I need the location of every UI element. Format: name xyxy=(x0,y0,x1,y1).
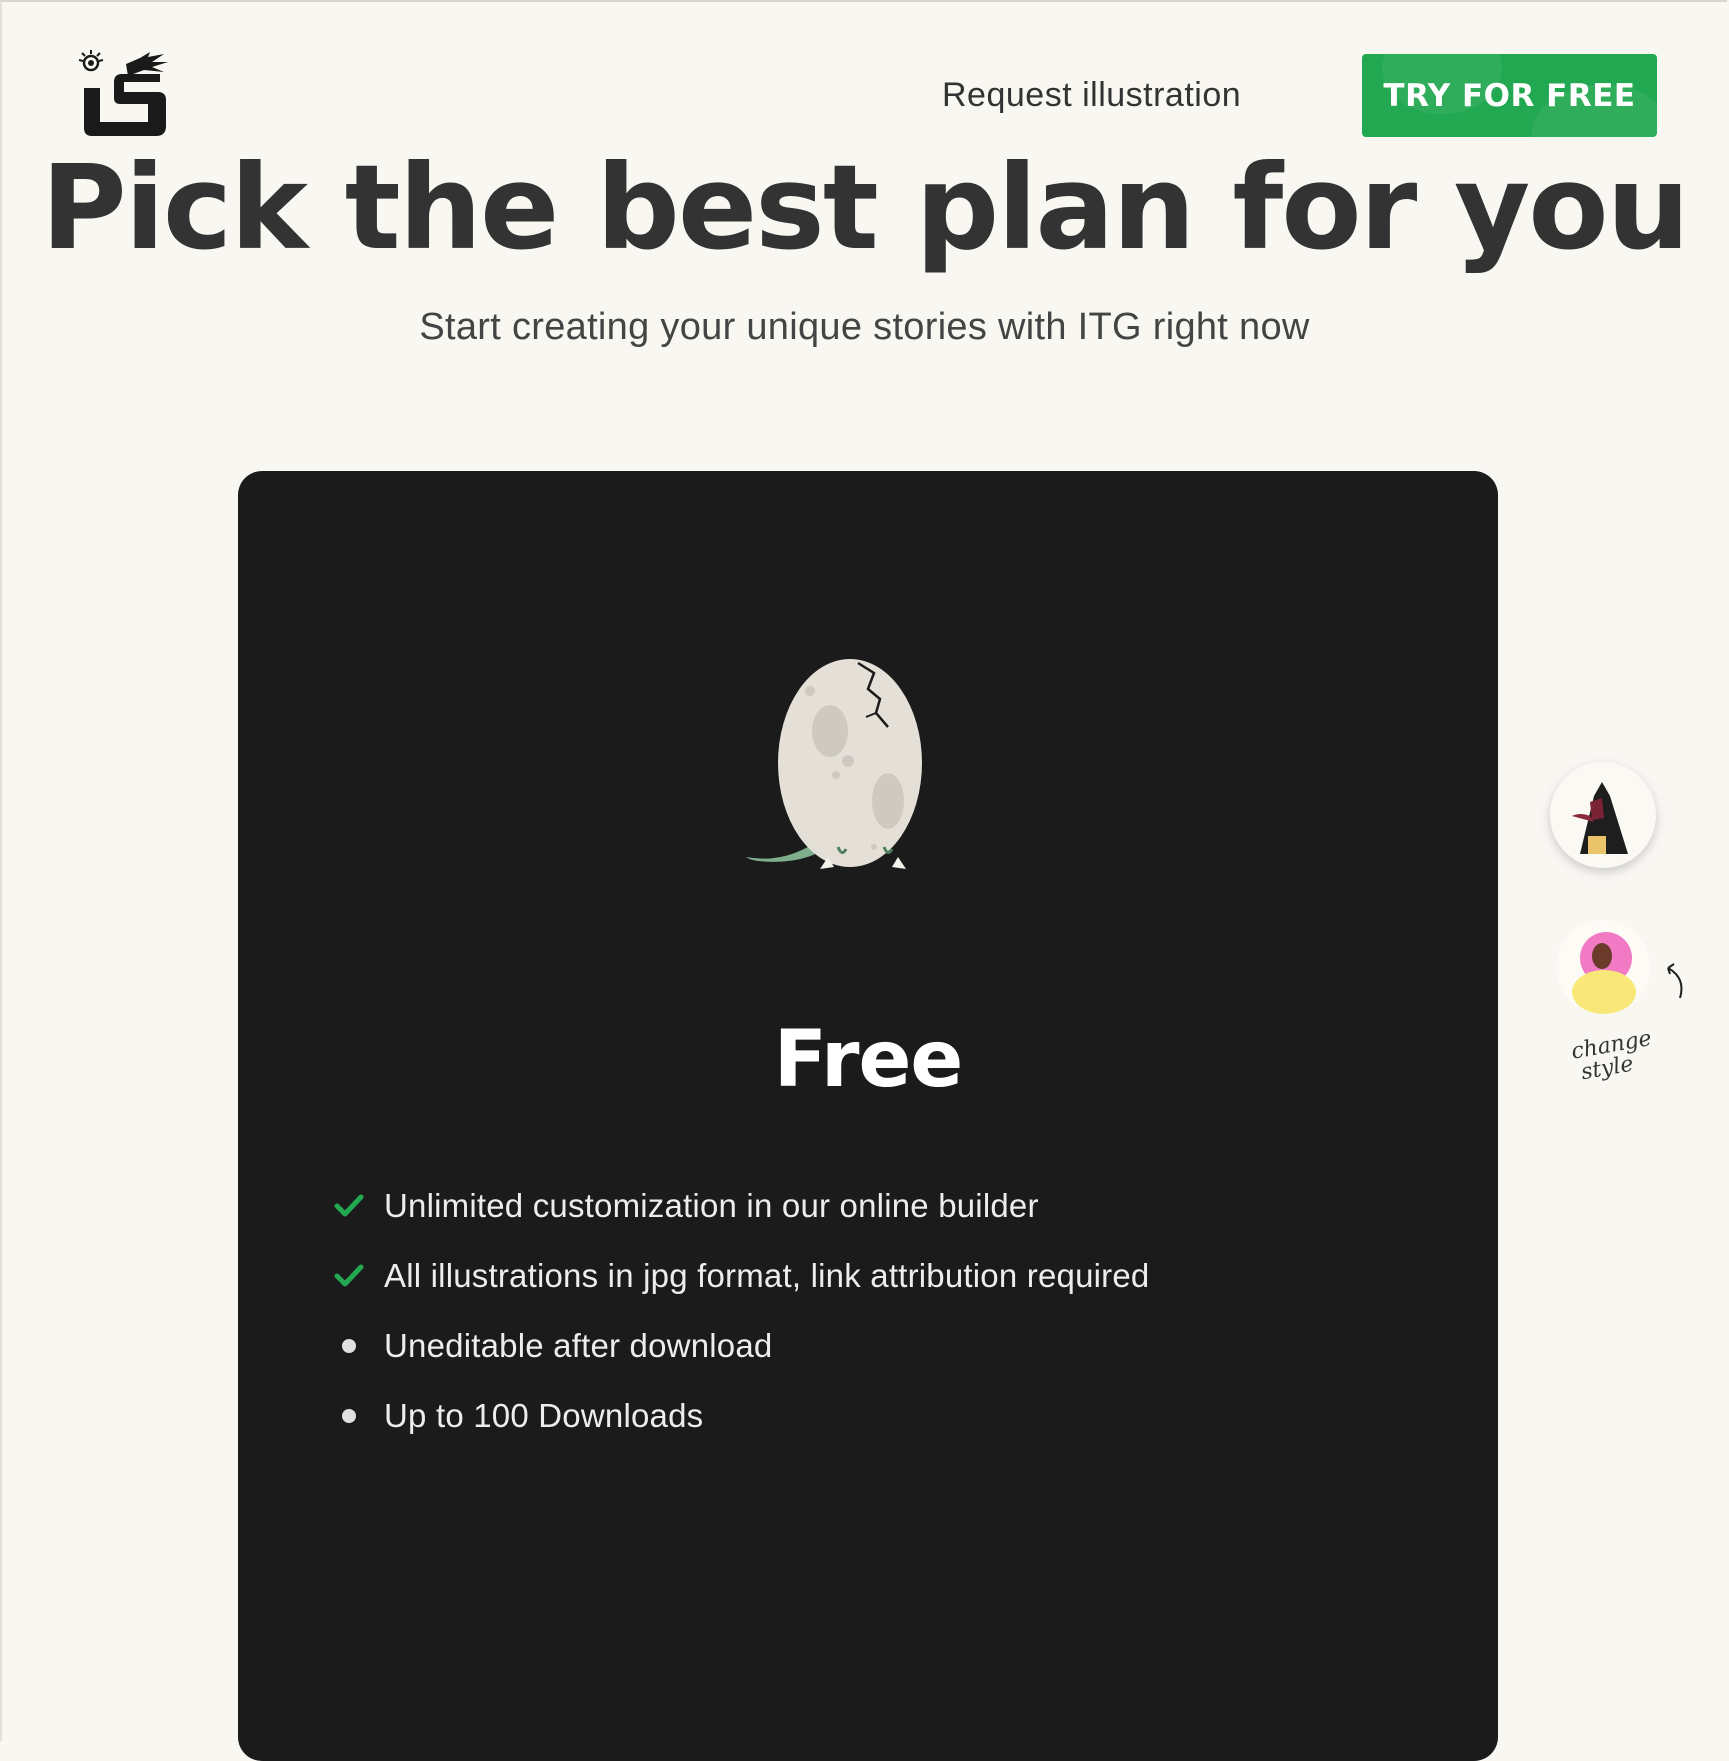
feature-item: Unlimited customization in our online bu… xyxy=(322,1171,1149,1241)
check-icon xyxy=(322,1264,376,1288)
feature-text: Unlimited customization in our online bu… xyxy=(384,1187,1039,1224)
bullet-icon xyxy=(322,1339,376,1353)
feature-item: Uneditable after download xyxy=(322,1311,1149,1381)
style-option-dark[interactable] xyxy=(1550,762,1656,868)
change-style-label: change style xyxy=(1569,1023,1688,1099)
feature-text: Up to 100 Downloads xyxy=(384,1397,704,1434)
style-option-colorful[interactable] xyxy=(1556,920,1650,1014)
try-for-free-button[interactable]: TRY FOR FREE xyxy=(1362,54,1657,137)
bullet-icon xyxy=(322,1409,376,1423)
page-subtitle: Start creating your unique stories with … xyxy=(419,306,1310,348)
itg-logo[interactable] xyxy=(78,48,172,136)
feature-text: All illustrations in jpg format, link at… xyxy=(384,1257,1150,1294)
egg-illustration xyxy=(746,659,922,869)
character-thumbnail-icon xyxy=(1572,932,1636,1014)
check-icon xyxy=(322,1194,376,1218)
try-for-free-label: TRY FOR FREE xyxy=(1383,77,1636,114)
feature-text: Uneditable after download xyxy=(384,1327,773,1364)
feature-item: Up to 100 Downloads xyxy=(322,1381,1149,1451)
page-title: Pick the best plan for you xyxy=(41,139,1690,276)
character-thumbnail-icon xyxy=(1572,782,1628,854)
plan-name: Free xyxy=(773,1015,964,1105)
feature-list: Unlimited customization in our online bu… xyxy=(322,1171,1149,1451)
curved-arrow-icon xyxy=(1667,963,1683,999)
pricing-card-free: Free Unlimited customization in our onli… xyxy=(238,471,1498,1761)
request-illustration-link[interactable]: Request illustration xyxy=(942,76,1241,115)
feature-item: All illustrations in jpg format, link at… xyxy=(322,1241,1149,1311)
logo-icon xyxy=(78,50,168,136)
